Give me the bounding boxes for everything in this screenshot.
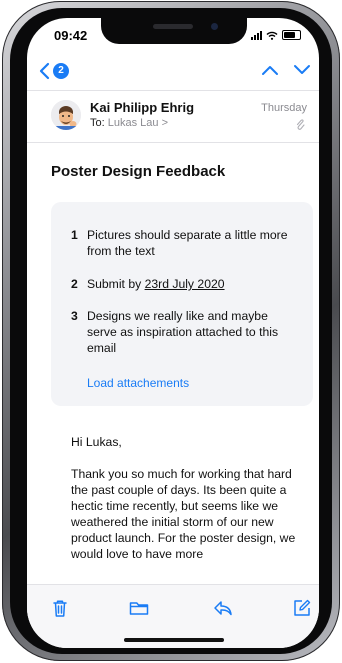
summary-item-number: 2 — [71, 277, 78, 291]
notch — [101, 18, 247, 44]
wifi-icon — [266, 31, 278, 40]
summary-item: 1 Pictures should separate a little more… — [71, 227, 291, 259]
battery-icon — [282, 30, 301, 40]
speaker — [153, 24, 193, 29]
unread-count-badge: 2 — [53, 63, 69, 79]
back-button[interactable]: 2 — [39, 62, 69, 80]
phone-frame: 09:42 2 Kai Philipp Ehrig To: Lukas Lau … — [2, 1, 340, 661]
trash-icon[interactable] — [49, 597, 71, 619]
signal-icon — [251, 30, 262, 40]
recipient-line[interactable]: To: Lukas Lau > — [90, 117, 168, 129]
status-time: 09:42 — [54, 28, 88, 43]
summary-card: 1 Pictures should separate a little more… — [51, 202, 313, 406]
message-nav-bar: 2 — [27, 58, 319, 88]
memoji-avatar-icon — [51, 100, 81, 130]
sender-row: Kai Philipp Ehrig To: Lukas Lau > Thursd… — [27, 94, 319, 142]
message-date: Thursday — [261, 102, 307, 114]
summary-item-number: 3 — [71, 309, 78, 323]
summary-item-text: Pictures should separate a little more f… — [87, 228, 288, 258]
sender-name[interactable]: Kai Philipp Ehrig — [90, 100, 194, 115]
mail-screen: 09:42 2 Kai Philipp Ehrig To: Lukas Lau … — [27, 18, 319, 648]
deadline-prefix: Submit by — [87, 277, 145, 291]
to-label: To: — [90, 117, 105, 129]
home-indicator[interactable] — [124, 638, 224, 642]
front-camera — [211, 23, 218, 30]
deadline-date-link[interactable]: 23rd July 2020 — [145, 277, 225, 291]
load-attachments-link[interactable]: Load attachements — [87, 376, 189, 390]
compose-icon[interactable] — [291, 597, 313, 619]
reply-icon[interactable] — [212, 597, 234, 619]
recipient-name: Lukas Lau > — [107, 117, 168, 129]
message-subject: Poster Design Feedback — [51, 163, 226, 180]
summary-item: 3 Designs we really like and maybe serve… — [71, 308, 291, 356]
summary-item-text: Designs we really like and maybe serve a… — [87, 309, 279, 355]
body-greeting: Hi Lukas, — [71, 435, 122, 449]
chevron-up-icon[interactable] — [261, 64, 279, 76]
message-arrows — [261, 64, 311, 76]
paperclip-icon — [296, 119, 305, 130]
avatar[interactable] — [51, 100, 81, 130]
body-paragraph: Thank you so much for working that hard … — [71, 467, 296, 561]
summary-item-text: Submit by 23rd July 2020 — [87, 276, 291, 292]
sender-divider — [27, 142, 319, 143]
summary-item-number: 1 — [71, 228, 78, 242]
status-icons — [251, 30, 301, 40]
chevron-down-icon[interactable] — [293, 64, 311, 76]
folder-icon[interactable] — [128, 597, 150, 619]
chevron-left-icon — [39, 62, 50, 80]
summary-item: 2 Submit by 23rd July 2020 — [71, 276, 291, 292]
header-divider — [27, 90, 319, 91]
